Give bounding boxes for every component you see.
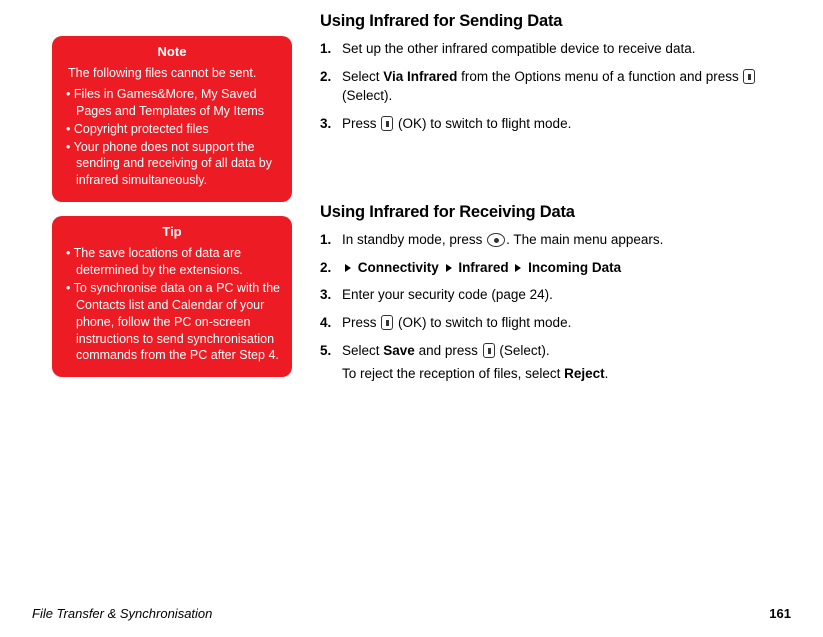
step-text: (OK) to switch to flight mode. bbox=[394, 315, 571, 330]
sidebar: Note The following files cannot be sent.… bbox=[52, 12, 292, 392]
receiving-step-5: Select Save and press (Select). To rejec… bbox=[320, 341, 791, 384]
receiving-section: Using Infrared for Receiving Data In sta… bbox=[320, 203, 791, 383]
nav-item: Infrared bbox=[458, 260, 508, 275]
step-text: (Select). bbox=[342, 88, 392, 103]
receiving-step-2: Connectivity Infrared Incoming Data bbox=[320, 258, 791, 278]
arrow-icon bbox=[345, 264, 351, 272]
step-bold: Save bbox=[383, 343, 415, 358]
note-title: Note bbox=[62, 44, 282, 59]
note-list: Files in Games&More, My Saved Pages and … bbox=[62, 86, 282, 189]
step-subtext: To reject the reception of files, select… bbox=[342, 364, 791, 384]
arrow-icon bbox=[446, 264, 452, 272]
main-content: Using Infrared for Sending Data Set up t… bbox=[320, 12, 791, 392]
note-intro: The following files cannot be sent. bbox=[68, 65, 280, 82]
sending-step-2: Select Via Infrared from the Options men… bbox=[320, 67, 791, 106]
footer-section-title: File Transfer & Synchronisation bbox=[32, 606, 212, 621]
note-box: Note The following files cannot be sent.… bbox=[52, 36, 292, 202]
sending-heading: Using Infrared for Sending Data bbox=[320, 12, 791, 31]
step-text: from the Options menu of a function and … bbox=[457, 69, 742, 84]
softkey-icon bbox=[743, 69, 755, 84]
receiving-heading: Using Infrared for Receiving Data bbox=[320, 203, 791, 222]
step-text: . bbox=[605, 366, 609, 381]
softkey-icon bbox=[483, 343, 495, 358]
receiving-steps: In standby mode, press . The main menu a… bbox=[320, 230, 791, 383]
receiving-step-3: Enter your security code (page 24). bbox=[320, 285, 791, 305]
step-text: Set up the other infrared compatible dev… bbox=[342, 41, 695, 56]
note-bullet: Files in Games&More, My Saved Pages and … bbox=[66, 86, 280, 120]
sending-step-3: Press (OK) to switch to flight mode. bbox=[320, 114, 791, 134]
page-footer: File Transfer & Synchronisation 161 bbox=[32, 606, 791, 621]
step-text: Press bbox=[342, 116, 380, 131]
step-text: Select bbox=[342, 69, 383, 84]
tip-bullet: The save locations of data are determine… bbox=[66, 245, 280, 279]
step-text: In standby mode, press bbox=[342, 232, 486, 247]
arrow-icon bbox=[515, 264, 521, 272]
sending-steps: Set up the other infrared compatible dev… bbox=[320, 39, 791, 133]
center-key-icon bbox=[487, 233, 505, 247]
step-text: (OK) to switch to flight mode. bbox=[394, 116, 571, 131]
receiving-step-4: Press (OK) to switch to flight mode. bbox=[320, 313, 791, 333]
note-bullet: Your phone does not support the sending … bbox=[66, 139, 280, 190]
step-text: (Select). bbox=[496, 343, 550, 358]
tip-title: Tip bbox=[62, 224, 282, 239]
tip-box: Tip The save locations of data are deter… bbox=[52, 216, 292, 377]
footer-page-number: 161 bbox=[769, 606, 791, 621]
nav-item: Incoming Data bbox=[528, 260, 621, 275]
sending-step-1: Set up the other infrared compatible dev… bbox=[320, 39, 791, 59]
receiving-step-1: In standby mode, press . The main menu a… bbox=[320, 230, 791, 250]
step-text: Enter your security code (page 24). bbox=[342, 287, 553, 302]
softkey-icon bbox=[381, 116, 393, 131]
step-text: To reject the reception of files, select bbox=[342, 366, 564, 381]
step-text: and press bbox=[415, 343, 482, 358]
step-bold: Reject bbox=[564, 366, 605, 381]
step-text: Press bbox=[342, 315, 380, 330]
note-bullet: Copyright protected files bbox=[66, 121, 280, 138]
sending-section: Using Infrared for Sending Data Set up t… bbox=[320, 12, 791, 133]
tip-list: The save locations of data are determine… bbox=[62, 245, 282, 364]
softkey-icon bbox=[381, 315, 393, 330]
step-text: Select bbox=[342, 343, 383, 358]
nav-item: Connectivity bbox=[358, 260, 439, 275]
step-text: . The main menu appears. bbox=[506, 232, 663, 247]
step-bold: Via Infrared bbox=[383, 69, 457, 84]
tip-bullet: To synchronise data on a PC with the Con… bbox=[66, 280, 280, 364]
